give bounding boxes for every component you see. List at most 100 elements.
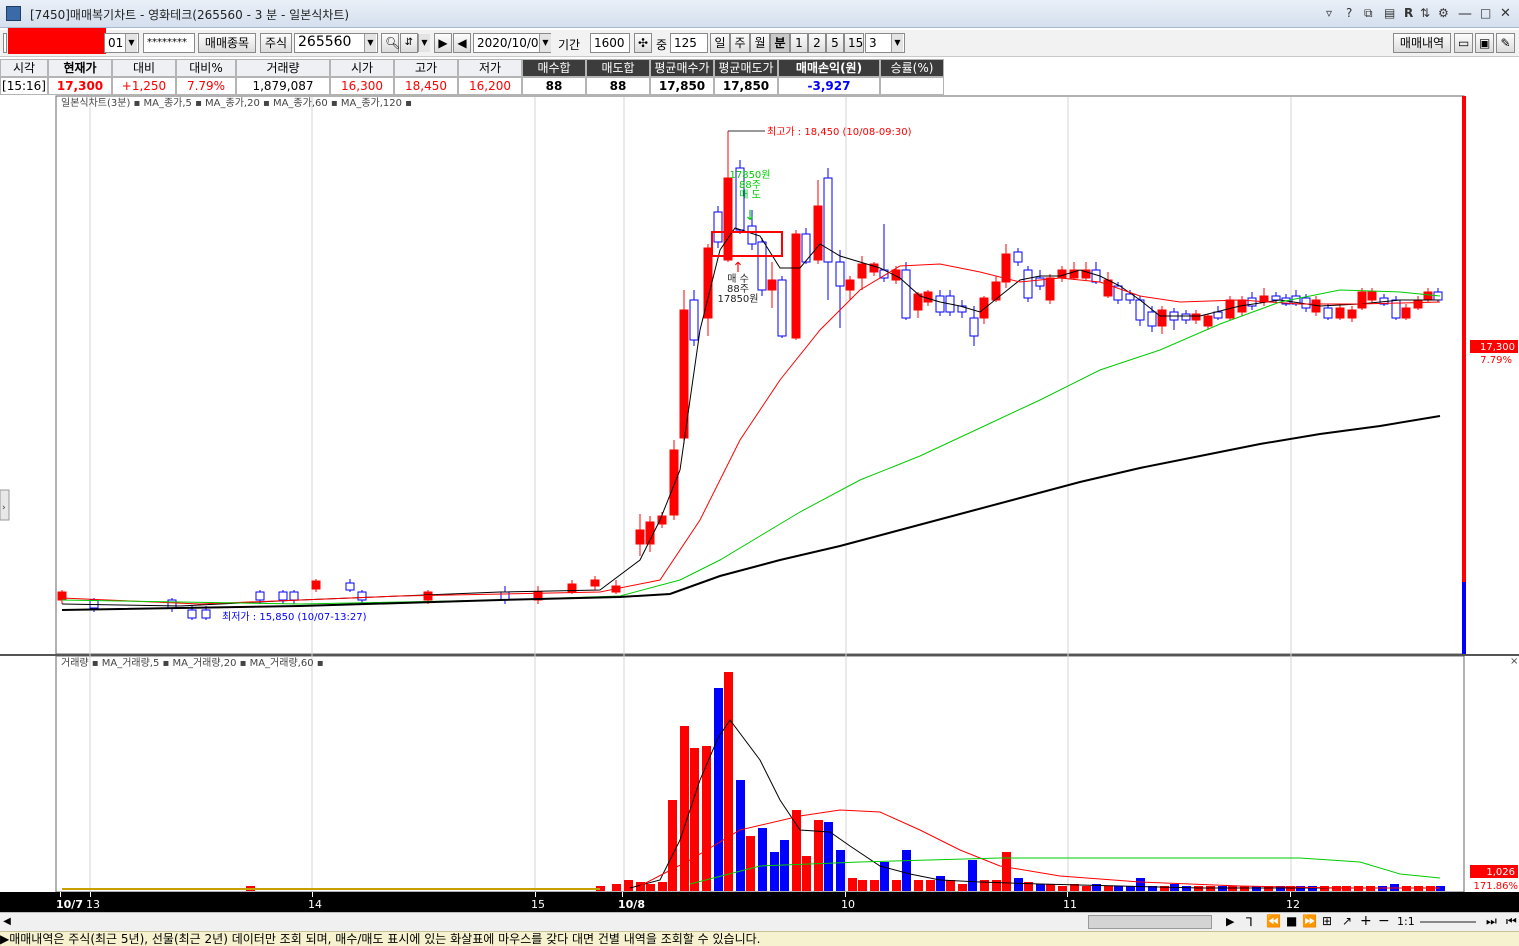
stop-icon[interactable]: ■ (1286, 914, 1297, 928)
volume-bar (724, 672, 733, 891)
candle (423, 591, 433, 601)
trend-icon[interactable]: ↗ (1342, 914, 1352, 928)
info-header-8: 매수합 (522, 59, 586, 77)
mid-input[interactable]: 125 (670, 33, 708, 53)
period-input[interactable]: 1600 (590, 33, 630, 53)
trade-items-button[interactable]: 매매종목 (198, 33, 256, 53)
search-icon[interactable]: 🔍︎ (381, 33, 400, 53)
scroll-thumb[interactable] (1088, 915, 1212, 929)
tool-icon[interactable]: ⅂ (1246, 915, 1253, 929)
link-icon[interactable]: ⧉ (1364, 6, 1373, 21)
volume-legend: 거래량 ▪ MA_거래량,5 ▪ MA_거래량,20 ▪ MA_거래량,60 ▪ (61, 657, 324, 669)
tab-week[interactable]: 주 (730, 33, 750, 53)
candle (835, 261, 845, 287)
volume-bar (858, 880, 867, 891)
to-start-icon[interactable]: ⏮ (1506, 914, 1517, 929)
volume-bar (746, 836, 755, 891)
chevron-down-icon[interactable]: ▼ (891, 34, 903, 52)
volume-bar (714, 688, 723, 891)
time-tick (1290, 892, 1291, 897)
play-prev-icon[interactable]: ◀ (453, 33, 471, 53)
chevron-down-icon[interactable]: ▼ (418, 34, 430, 52)
maximize-icon[interactable]: □ (1480, 6, 1491, 20)
crosshair-icon[interactable]: ✣ (634, 33, 652, 53)
wrench-icon[interactable]: ✎ (1496, 33, 1515, 53)
candle (679, 309, 689, 439)
chevron-down-icon[interactable]: ▼ (364, 34, 376, 52)
play-next-icon[interactable]: ▶ (434, 33, 452, 53)
candle (1367, 291, 1377, 301)
password-field[interactable]: ******** (143, 33, 195, 53)
time-tick (845, 892, 846, 897)
close-icon[interactable]: ✕ (1500, 6, 1511, 21)
toolbar: 01 ▼ ******** 매매종목 주식 265560 ▼ 🔍︎ ⇵ ▼ ▶ … (0, 28, 1519, 57)
window-title: [7450]매매복기차트 - 영화테크(265560 - 3 분 - 일본식차트… (30, 8, 350, 22)
volume-bar (1058, 886, 1067, 891)
candle (1203, 315, 1213, 327)
help-icon[interactable]: ? (1346, 6, 1352, 20)
zoom-slider[interactable] (1420, 921, 1476, 923)
info-value-3: 7.79% (176, 77, 236, 95)
candle (767, 279, 777, 291)
scroll-left-icon[interactable]: ◀ (0, 913, 14, 931)
low-price-label: 최저가 : 15,850 (10/07-13:27) (222, 611, 367, 623)
sort-icon[interactable]: ⇵ (400, 33, 418, 53)
layout-icon[interactable]: ▤ (1384, 6, 1395, 20)
tab-2[interactable]: 2 (808, 33, 826, 53)
zoom-in-icon[interactable]: + (1360, 913, 1372, 929)
volume-bar (770, 852, 779, 891)
folder-icon[interactable]: ▭ (1454, 33, 1473, 53)
volume-bar (1082, 886, 1091, 891)
info-value-5: 16,300 (330, 77, 394, 95)
market-button[interactable]: 주식 (260, 33, 292, 53)
tab-1[interactable]: 1 (790, 33, 808, 53)
info-header-3: 대비% (176, 59, 236, 77)
status-bar: ▶매매내역은 주식(최근 5년), 선물(최근 2년) 데이터만 조회 되며, … (0, 931, 1519, 946)
tab-minute[interactable]: 분 (770, 33, 790, 53)
info-value-9: 88 (586, 77, 650, 95)
tab-15[interactable]: 15 (844, 33, 864, 53)
history-button[interactable]: 매매내역 (1393, 33, 1451, 53)
candle (1401, 307, 1411, 319)
pct-tag: 7.79% (1480, 355, 1512, 366)
candle (278, 591, 288, 601)
pin-icon[interactable]: ▿ (1326, 6, 1332, 20)
candle (255, 591, 265, 601)
tab-month[interactable]: 월 (750, 33, 770, 53)
save-icon[interactable]: ▣ (1475, 33, 1494, 53)
r-icon[interactable]: R (1404, 6, 1413, 20)
tab-day[interactable]: 일 (710, 33, 730, 53)
candle (935, 295, 945, 313)
candle (723, 177, 733, 261)
volume-bar (736, 780, 745, 891)
zoom-out-icon[interactable]: − (1378, 913, 1390, 929)
volume-bar (1046, 884, 1055, 891)
info-value-0: [15:16] (0, 77, 48, 95)
time-label: 10 (841, 898, 855, 911)
minimize-icon[interactable]: — (1458, 6, 1472, 22)
settings-icon[interactable]: ⚙ (1438, 6, 1449, 20)
chevron-down-icon[interactable]: ▼ (539, 34, 551, 52)
chevron-down-icon[interactable]: ▼ (125, 34, 137, 52)
fast-forward-icon[interactable]: ⏩ (1302, 914, 1317, 928)
volume-bar (992, 880, 1001, 891)
scroll-bar[interactable]: ◀ ▶ ⅂ ⏪ ■ ⏩ ⊞ ↗ + − 1:1 ⏭ ⏮ (0, 912, 1519, 931)
scroll-right-icon[interactable]: ▶ (1226, 913, 1234, 931)
candle (747, 225, 757, 245)
high-price-label: 최고가 : 18,450 (10/08-09:30) (767, 126, 912, 138)
sort-icon[interactable]: ⇅ (1420, 6, 1430, 20)
price-legend: 일본식차트(3분) ▪ MA_종가,5 ▪ MA_종가,20 ▪ MA_종가,6… (61, 97, 412, 109)
mid-label: 중 (656, 38, 668, 52)
info-value-13 (880, 77, 944, 95)
chart-area[interactable]: › 일본식차트(3분) ▪ MA_종가,5 ▪ MA_종가,20 ▪ MA_종가,… (0, 95, 1519, 892)
candle (689, 299, 699, 341)
volume-bar (958, 884, 967, 891)
tab-5[interactable]: 5 (826, 33, 844, 53)
rewind-icon[interactable]: ⏪ (1266, 914, 1281, 928)
to-end-icon[interactable]: ⏭ (1486, 914, 1497, 929)
sell-marker-text: 매 도 (739, 189, 761, 201)
grid-icon[interactable]: ⊞ (1322, 914, 1332, 928)
volume-bar (848, 878, 857, 891)
info-value-12: -3,927 (778, 77, 880, 95)
candle (187, 609, 197, 619)
